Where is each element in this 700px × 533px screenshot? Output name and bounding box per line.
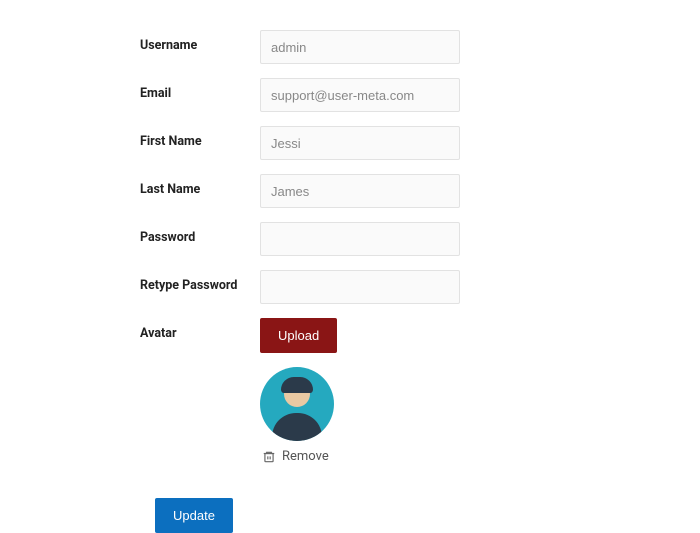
profile-form: Username Email First Name Last Name Pass… xyxy=(140,30,700,533)
row-first-name: First Name xyxy=(140,126,700,160)
row-username: Username xyxy=(140,30,700,64)
row-last-name: Last Name xyxy=(140,174,700,208)
retype-password-input[interactable] xyxy=(260,270,460,304)
avatar-label: Avatar xyxy=(140,318,260,341)
password-input[interactable] xyxy=(260,222,460,256)
username-label: Username xyxy=(140,30,260,53)
username-input[interactable] xyxy=(260,30,460,64)
first-name-label: First Name xyxy=(140,126,260,149)
row-email: Email xyxy=(140,78,700,112)
first-name-input[interactable] xyxy=(260,126,460,160)
update-button[interactable]: Update xyxy=(155,498,233,533)
last-name-label: Last Name xyxy=(140,174,260,197)
row-retype-password: Retype Password xyxy=(140,270,700,304)
last-name-input[interactable] xyxy=(260,174,460,208)
remove-label: Remove xyxy=(282,449,329,464)
avatar-image xyxy=(260,367,334,441)
row-avatar: Avatar Upload Remove xyxy=(140,318,700,464)
row-password: Password xyxy=(140,222,700,256)
upload-button[interactable]: Upload xyxy=(260,318,337,353)
email-input[interactable] xyxy=(260,78,460,112)
password-label: Password xyxy=(140,222,260,245)
retype-password-label: Retype Password xyxy=(140,270,260,293)
remove-avatar-button[interactable]: Remove xyxy=(262,449,329,464)
email-label: Email xyxy=(140,78,260,101)
trash-icon xyxy=(262,450,276,464)
